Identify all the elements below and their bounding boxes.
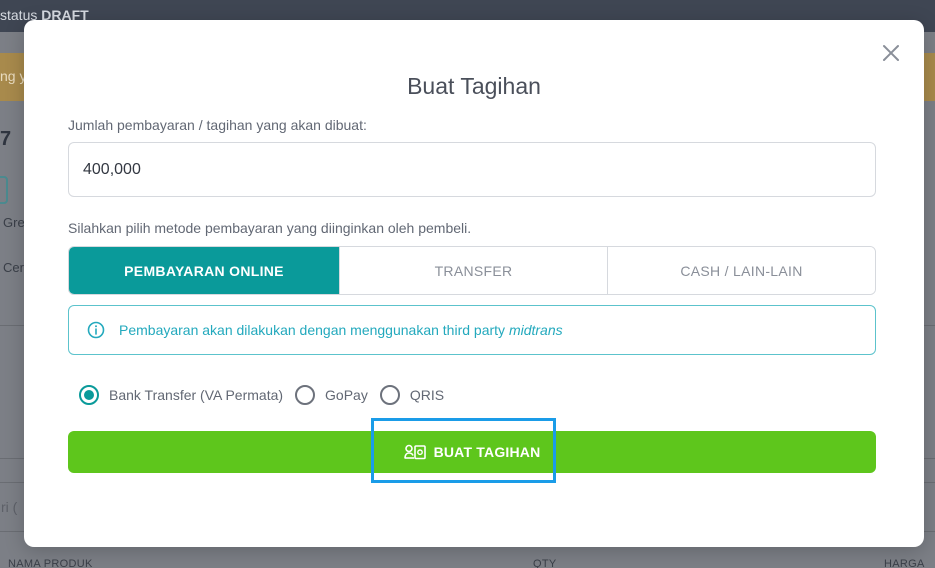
bill-user-icon: [403, 444, 426, 460]
banner-text: ng y: [0, 68, 27, 84]
radio-label: Bank Transfer (VA Permata): [109, 387, 284, 403]
radio-qris[interactable]: QRIS: [379, 385, 445, 405]
info-icon: [87, 321, 105, 339]
tab-transfer[interactable]: TRANSFER: [339, 247, 607, 294]
info-text: Pembayaran akan dilakukan dengan menggun…: [119, 322, 563, 338]
info-message: Pembayaran akan dilakukan dengan menggun…: [119, 322, 509, 338]
payment-options: Bank Transfer (VA Permata) GoPay QRIS: [79, 385, 456, 405]
background-chip: [0, 176, 8, 204]
radio-gopay[interactable]: GoPay: [295, 385, 368, 405]
create-bill-label: BUAT TAGIHAN: [433, 444, 541, 460]
close-icon: [883, 45, 899, 61]
close-button[interactable]: [880, 42, 902, 64]
create-bill-button[interactable]: BUAT TAGIHAN: [68, 431, 876, 473]
info-provider: midtrans: [508, 322, 563, 338]
info-box: Pembayaran akan dilakukan dengan menggun…: [68, 305, 876, 355]
radio-indicator: [379, 385, 400, 405]
amount-input[interactable]: [68, 142, 876, 197]
radio-indicator: [79, 385, 99, 405]
radio-label: QRIS: [409, 387, 445, 403]
payment-method-tabs: PEMBAYARAN ONLINE TRANSFER CASH / LAIN-L…: [68, 246, 876, 295]
tab-online-payment[interactable]: PEMBAYARAN ONLINE: [69, 247, 339, 294]
method-label: Silahkan pilih metode pembayaran yang di…: [68, 220, 472, 236]
radio-bank-transfer[interactable]: Bank Transfer (VA Permata): [79, 385, 283, 405]
table-header-qty: QTY: [533, 558, 557, 568]
create-bill-modal: Buat Tagihan Jumlah pembayaran / tagihan…: [24, 20, 924, 547]
background-label-1: Gre: [3, 215, 25, 230]
radio-label: GoPay: [325, 387, 368, 403]
modal-title: Buat Tagihan: [407, 73, 541, 99]
search-placeholder: ri (: [1, 499, 18, 515]
table-header-price: HARGA: [884, 558, 925, 568]
radio-indicator: [295, 385, 316, 405]
background-label-2: Cer: [3, 260, 24, 275]
table-header-product: NAMA PRODUK: [8, 558, 93, 568]
amount-label: Jumlah pembayaran / tagihan yang akan di…: [68, 117, 367, 133]
background-number: 7: [0, 128, 12, 150]
tab-cash-other[interactable]: CASH / LAIN-LAIN: [607, 247, 875, 294]
